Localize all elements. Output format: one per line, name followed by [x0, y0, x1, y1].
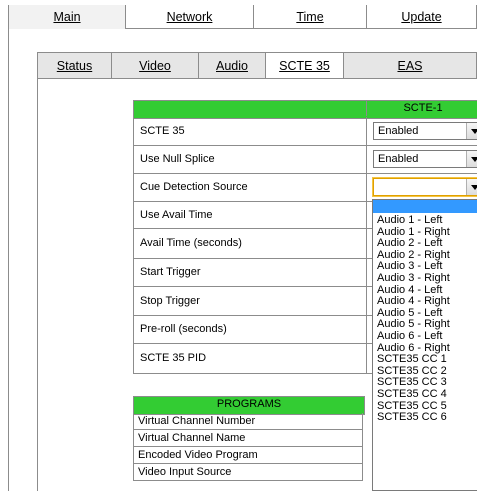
- tab-status-label: Status: [56, 58, 93, 73]
- sub-nav: Status Video Audio SCTE 35 EAS: [37, 52, 477, 79]
- dropdown-option[interactable]: SCTE35 CC 1: [373, 354, 477, 366]
- dropdown-option[interactable]: SCTE35 CC 4: [373, 388, 477, 401]
- tab-update[interactable]: Update: [367, 5, 477, 29]
- dropdown-option[interactable]: Audio 1 - Left: [373, 214, 477, 227]
- tab-video[interactable]: Video: [112, 53, 199, 78]
- cue-detection-source-select[interactable]: [372, 177, 477, 197]
- tab-video-label: Video: [139, 58, 171, 73]
- tab-audio[interactable]: Audio: [199, 53, 266, 78]
- row-use-null-splice: Use Null Splice Enabled: [133, 145, 477, 174]
- select-value: Enabled: [378, 153, 419, 165]
- row-label: Avail Time (seconds): [140, 237, 242, 249]
- tab-status[interactable]: Status: [38, 53, 112, 78]
- tab-network[interactable]: Network: [126, 5, 254, 29]
- programs-row: Virtual Channel Number: [133, 413, 363, 430]
- tab-scte35-label: SCTE 35: [279, 58, 330, 73]
- dropdown-option[interactable]: Audio 6 - Left: [373, 330, 477, 343]
- select-value: Enabled: [378, 125, 419, 137]
- scte-column-header: SCTE-1: [366, 101, 477, 116]
- cue-source-dropdown-list[interactable]: Audio 1 - Left Audio 1 - Right Audio 2 -…: [372, 199, 477, 491]
- row-cue-detection-source: Cue Detection Source: [133, 173, 477, 202]
- tab-eas[interactable]: EAS: [344, 53, 477, 78]
- tab-network-label: Network: [166, 10, 213, 24]
- row-label: Start Trigger: [140, 266, 201, 278]
- tab-main-label: Main: [53, 10, 81, 24]
- tab-update-label: Update: [401, 10, 442, 24]
- row-label: Use Null Splice: [140, 153, 215, 165]
- tab-audio-label: Audio: [216, 58, 248, 73]
- row-label: SCTE 35 PID: [140, 352, 207, 364]
- row-scte35: SCTE 35 Enabled: [133, 117, 477, 146]
- row-label: SCTE 35: [140, 125, 185, 137]
- tab-time[interactable]: Time: [254, 5, 367, 29]
- programs-row: Virtual Channel Name: [133, 430, 363, 447]
- dropdown-option[interactable]: [373, 200, 477, 213]
- programs-row: Video Input Source: [133, 464, 363, 481]
- row-label: Pre-roll (seconds): [140, 323, 227, 335]
- dropdown-option[interactable]: SCTE35 CC 6: [373, 411, 477, 424]
- dropdown-option[interactable]: Audio 4 - Right: [373, 296, 477, 308]
- tab-eas-label: EAS: [397, 58, 423, 73]
- tab-time-label: Time: [296, 10, 324, 24]
- row-label: Cue Detection Source: [140, 181, 248, 193]
- chevron-down-icon[interactable]: [466, 151, 477, 167]
- row-label: Stop Trigger: [140, 294, 200, 307]
- dropdown-option[interactable]: Audio 3 - Right: [373, 272, 477, 285]
- chevron-down-icon[interactable]: [466, 179, 477, 195]
- scte35-select[interactable]: Enabled: [373, 122, 477, 140]
- programs-row: Encoded Video Program: [133, 447, 363, 464]
- chevron-down-icon[interactable]: [466, 123, 477, 139]
- main-nav: Main Network Time Update: [8, 5, 477, 29]
- tab-main[interactable]: Main: [8, 5, 126, 29]
- row-label: Use Avail Time: [140, 208, 213, 221]
- use-null-splice-select[interactable]: Enabled: [373, 150, 477, 168]
- tab-scte35[interactable]: SCTE 35: [266, 53, 344, 78]
